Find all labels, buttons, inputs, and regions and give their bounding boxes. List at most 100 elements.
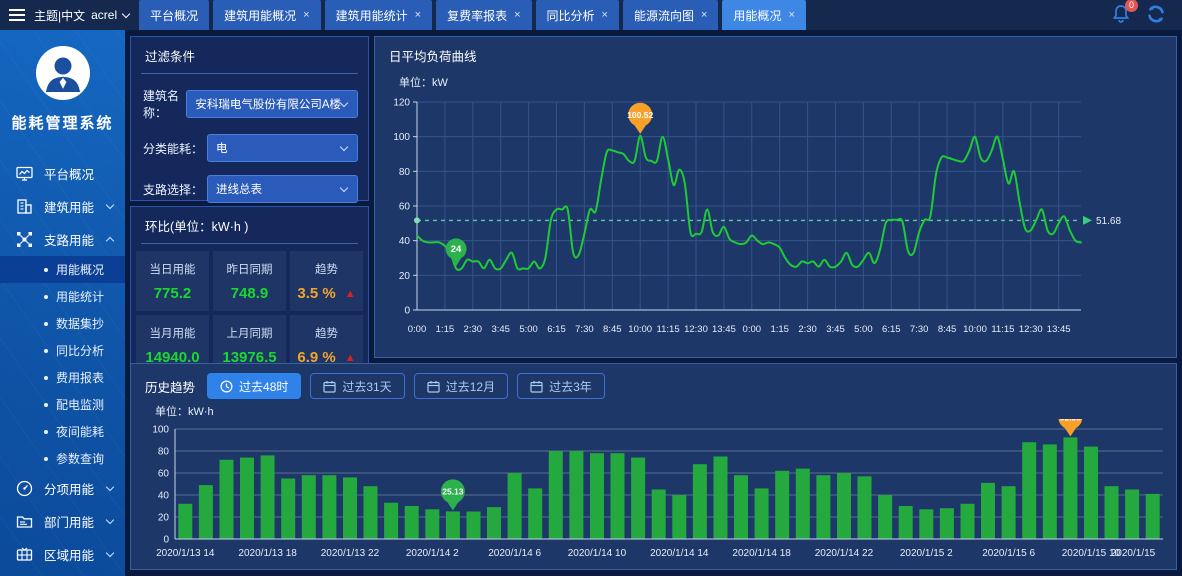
bar-chart-unit: 单位：kW·h — [131, 401, 1176, 419]
sidebar-subitem-parameter-query[interactable]: 参数查询 — [0, 445, 125, 472]
sidebar-item-electrical-safety[interactable]: 安全用电 — [0, 571, 125, 576]
svg-text:60: 60 — [158, 469, 170, 480]
sidebar-subitem-cost-report[interactable]: 费用报表 — [0, 364, 125, 391]
chevron-down-icon — [340, 142, 348, 150]
range-button-48h[interactable]: 过去48时 — [207, 373, 301, 399]
sidebar-subitem-energy-stats[interactable]: 用能统计 — [0, 283, 125, 310]
sidebar-nav: 平台概况 建筑用能 支路用能 用能概况 用能统计 数据集抄 同比分析 — [0, 157, 125, 576]
range-button-3y[interactable]: 过去3年 — [517, 373, 605, 399]
sidebar-item-subentry-energy[interactable]: 分项用能 — [0, 472, 125, 505]
sidebar-item-department-energy[interactable]: 部门用能 — [0, 505, 125, 538]
energy-type-label: 分类能耗： — [143, 140, 207, 157]
trend-up-icon: ▲ — [345, 288, 356, 300]
svg-text:2020/1/15 6: 2020/1/15 6 — [982, 548, 1035, 559]
daily-load-line-chart[interactable]: 0204060801001200:001:152:303:455:006:157… — [375, 90, 1153, 342]
svg-text:8:45: 8:45 — [603, 324, 622, 335]
map-grid-icon — [16, 546, 33, 563]
username: acrel — [91, 8, 117, 22]
tab-yoy-analysis[interactable]: 同比分析× — [536, 0, 619, 30]
svg-text:7:30: 7:30 — [575, 324, 594, 335]
tab-close-icon[interactable]: × — [514, 10, 520, 21]
tab-energy-flow[interactable]: 能源流向图× — [623, 0, 718, 30]
svg-text:20: 20 — [399, 271, 411, 282]
app-window: 主题|中文 acrel 平台概况 建筑用能概况× 建筑用能统计× 复费率报表× … — [0, 0, 1182, 576]
history-range-buttons: 过去48时 过去31天 过去12月 过去3年 — [207, 373, 605, 399]
bullet-icon — [44, 430, 48, 434]
svg-text:7:30: 7:30 — [910, 324, 929, 335]
history-trend-title: 历史趋势 — [145, 377, 195, 396]
history-trend-bar-chart[interactable]: 0204060801002020/1/13 142020/1/13 182020… — [137, 419, 1171, 563]
building-name-select[interactable]: 安科瑞电气股份有限公司A楼 — [186, 90, 358, 118]
sidebar-subitem-data-collection[interactable]: 数据集抄 — [0, 310, 125, 337]
sidebar-subitem-night-energy[interactable]: 夜间能耗 — [0, 418, 125, 445]
range-button-12m[interactable]: 过去12月 — [414, 373, 508, 399]
svg-text:1:15: 1:15 — [770, 324, 789, 335]
svg-text:25.13: 25.13 — [442, 486, 464, 496]
svg-text:8:45: 8:45 — [938, 324, 957, 335]
bullet-icon — [44, 403, 48, 407]
bullet-icon — [44, 376, 48, 380]
tab-building-energy-overview[interactable]: 建筑用能概况× — [213, 0, 320, 30]
svg-text:100.52: 100.52 — [627, 110, 653, 120]
clock-icon — [220, 380, 233, 393]
svg-text:6:15: 6:15 — [547, 324, 566, 335]
bullet-icon — [44, 457, 48, 461]
svg-text:40: 40 — [158, 491, 170, 502]
svg-text:2020/1/14 6: 2020/1/14 6 — [488, 548, 541, 559]
svg-text:2:30: 2:30 — [464, 324, 483, 335]
tab-close-icon[interactable]: × — [788, 10, 794, 21]
svg-text:60: 60 — [399, 202, 411, 213]
main-content: 过滤条件 建筑名称： 安科瑞电气股份有限公司A楼 分类能耗： 电 — [125, 30, 1182, 576]
tab-close-icon[interactable]: × — [701, 10, 707, 21]
monitor-icon — [16, 165, 33, 182]
tab-energy-usage-overview[interactable]: 用能概况× — [722, 0, 805, 30]
chevron-down-icon — [106, 483, 114, 491]
svg-text:0: 0 — [404, 306, 410, 317]
svg-text:2020/1/13 14: 2020/1/13 14 — [156, 548, 215, 559]
theme-language-menu[interactable]: 主题|中文 acrel — [34, 7, 129, 24]
tab-close-icon[interactable]: × — [602, 10, 608, 21]
range-button-31d[interactable]: 过去31天 — [310, 373, 404, 399]
svg-text:92.38: 92.38 — [1060, 419, 1082, 422]
folder-icon — [16, 513, 33, 530]
svg-text:11:15: 11:15 — [657, 324, 680, 335]
trend-up-icon: ▲ — [345, 352, 356, 364]
sidebar-item-platform-overview[interactable]: 平台概况 — [0, 157, 125, 190]
svg-text:3:45: 3:45 — [826, 324, 845, 335]
notification-bell-icon[interactable]: 0 — [1112, 4, 1130, 27]
tab-platform-overview[interactable]: 平台概况 — [139, 0, 209, 30]
filter-row-building: 建筑名称： 安科瑞电气股份有限公司A楼 — [143, 87, 358, 121]
mom-comparison-panel: 环比(单位：kW·h ) 当日用能775.2 昨日同期748.9 趋势3.5 %… — [130, 206, 369, 381]
sidebar-item-region-energy[interactable]: 区域用能 — [0, 538, 125, 571]
sidebar-subitem-yoy-analysis[interactable]: 同比分析 — [0, 337, 125, 364]
svg-text:13:45: 13:45 — [712, 324, 736, 335]
circuit-select[interactable]: 进线总表 — [207, 175, 358, 203]
mom-panel-title: 环比(单位：kW·h ) — [141, 207, 358, 244]
svg-text:24: 24 — [451, 244, 462, 255]
energy-type-select[interactable]: 电 — [207, 134, 358, 162]
tab-close-icon[interactable]: × — [303, 10, 309, 21]
svg-text:3:45: 3:45 — [491, 324, 510, 335]
tab-close-icon[interactable]: × — [415, 10, 421, 21]
tab-rate-report[interactable]: 复费率报表× — [436, 0, 531, 30]
sidebar-subitem-power-monitor[interactable]: 配电监测 — [0, 391, 125, 418]
bullet-icon — [44, 349, 48, 353]
filter-row-circuit: 支路选择： 进线总表 — [143, 175, 358, 203]
svg-text:10:00: 10:00 — [963, 324, 987, 335]
svg-text:51.68: 51.68 — [1096, 216, 1121, 227]
app-title: 能耗管理系统 — [0, 112, 125, 133]
daily-load-curve-panel: 日平均负荷曲线 单位：kW 0204060801001200:001:152:3… — [374, 36, 1177, 358]
calendar-icon — [427, 380, 440, 393]
refresh-icon[interactable] — [1146, 4, 1166, 27]
sidebar-item-branch-energy[interactable]: 支路用能 — [0, 223, 125, 256]
stat-cell-day-trend: 趋势3.5 %▲ — [290, 251, 363, 311]
notification-badge: 0 — [1125, 0, 1138, 12]
sidebar-item-building-energy[interactable]: 建筑用能 — [0, 190, 125, 223]
sidebar: 能耗管理系统 平台概况 建筑用能 支路用能 用能概况 — [0, 30, 125, 576]
chevron-down-icon — [340, 183, 348, 191]
topbar: 主题|中文 acrel 平台概况 建筑用能概况× 建筑用能统计× 复费率报表× … — [0, 0, 1182, 30]
svg-text:6:15: 6:15 — [882, 324, 901, 335]
tab-building-energy-stats[interactable]: 建筑用能统计× — [325, 0, 432, 30]
sidebar-subitem-energy-overview[interactable]: 用能概况 — [0, 256, 125, 283]
hamburger-menu-icon[interactable] — [0, 0, 34, 30]
